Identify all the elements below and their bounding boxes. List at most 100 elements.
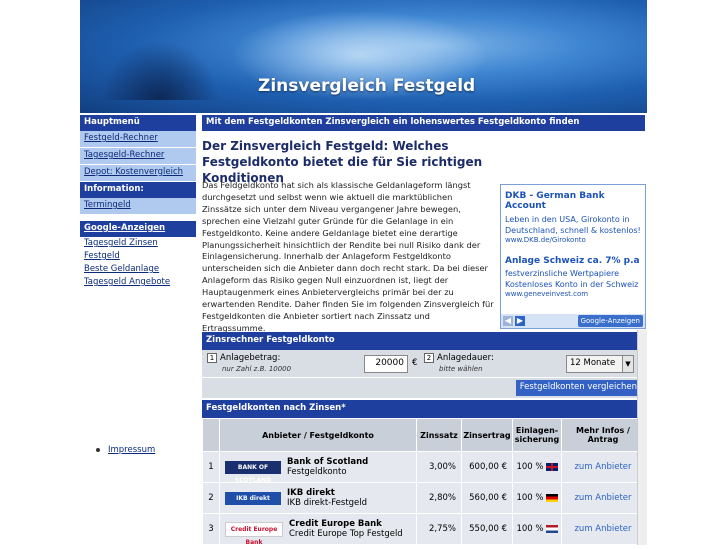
bank-name: IKB direkt bbox=[287, 488, 335, 498]
calculator-heading: Zinsrechner Festgeldkonto bbox=[202, 332, 645, 350]
ad1-url[interactable]: www.DKB.de/Girokonto bbox=[505, 236, 641, 244]
calculator-actions: Festgeldkonten vergleichen bbox=[202, 378, 645, 398]
bank-name: Bank of Scotland bbox=[287, 457, 369, 467]
sidebar-link[interactable]: Tagesgeld-Rechner bbox=[84, 150, 164, 160]
provider-link[interactable]: zum Anbieter bbox=[574, 524, 631, 534]
yield-cell: 560,00 € bbox=[462, 483, 512, 513]
results-table: Anbieter / Festgeldkonto Zinssatz Zinser… bbox=[202, 418, 645, 546]
provider-cell: BANK OF SCOTLAND Bank of Scotland Festgel… bbox=[220, 452, 416, 484]
ad-link-tagesgeld-zinsen[interactable]: Tagesgeld Zinsen bbox=[80, 237, 196, 250]
rank-cell: 2 bbox=[203, 483, 219, 513]
amount-input[interactable]: 20000 bbox=[364, 355, 408, 373]
provider-cell: IKB direkt IKB direkt IKB direkt-Festgeld bbox=[220, 483, 416, 513]
sidebar-item-depot[interactable]: Depot: Kostenvergleich bbox=[80, 165, 196, 182]
bullet-icon bbox=[96, 447, 100, 452]
sidebar: Hauptmenü Festgeld-Rechner Tagesgeld-Rec… bbox=[80, 115, 196, 289]
duration-select[interactable]: 12 Monate ▼ bbox=[566, 355, 634, 373]
link-cell: zum Anbieter bbox=[562, 483, 644, 513]
product-name: IKB direkt-Festgeld bbox=[287, 498, 368, 508]
currency-label: € bbox=[412, 358, 418, 368]
calculator-inputs: 1 Anlagebetrag: nur Zahl z.B. 10000 2000… bbox=[202, 350, 645, 377]
table-row: 3 Credit Europe Bank Credit Europe Bank C… bbox=[203, 514, 644, 546]
google-ads-badge[interactable]: Google-Anzeigen bbox=[577, 315, 643, 327]
link-cell: zum Anbieter bbox=[562, 514, 644, 544]
duration-hint: bitte wählen bbox=[439, 365, 483, 373]
imprint-link[interactable]: Impressum bbox=[108, 445, 155, 455]
duration-value: 12 Monate bbox=[570, 358, 616, 368]
provider-link[interactable]: zum Anbieter bbox=[574, 493, 631, 503]
product-name: Credit Europe Top Festgeld bbox=[289, 529, 403, 539]
sidebar-link[interactable]: Termingeld bbox=[84, 200, 131, 210]
guarantee-value: 100 % bbox=[516, 462, 544, 472]
bank-logo: Credit Europe Bank bbox=[225, 521, 283, 546]
column-header: Mehr Infos / Antrag bbox=[562, 419, 644, 451]
ad-link[interactable]: Beste Geldanlage bbox=[84, 264, 159, 274]
amount-hint: nur Zahl z.B. 10000 bbox=[222, 365, 292, 373]
guarantee-cell: 100 % bbox=[513, 514, 561, 544]
table-header-row: Anbieter / Festgeldkonto Zinssatz Zinser… bbox=[203, 419, 644, 451]
step-number: 1 bbox=[207, 353, 217, 363]
bank-logo: IKB direkt bbox=[225, 491, 281, 505]
yield-cell: 550,00 € bbox=[462, 514, 512, 544]
sidebar-link[interactable]: Depot: Kostenvergleich bbox=[84, 167, 183, 177]
chevron-down-icon[interactable]: ▼ bbox=[622, 356, 633, 372]
ad-link-tagesgeld-angebote[interactable]: Tagesgeld Angebote bbox=[80, 276, 196, 289]
google-ad-box: DKB - German Bank Account Leben in den U… bbox=[500, 184, 646, 329]
ad-link[interactable]: Tagesgeld Angebote bbox=[84, 277, 170, 287]
rate-cell: 3,00% bbox=[417, 452, 461, 482]
product-name: Festgeldkonto bbox=[287, 467, 347, 477]
bank-name: Credit Europe Bank bbox=[289, 519, 382, 529]
page-headline: Der Zinsvergleich Festgeld: Welches Fest… bbox=[202, 139, 483, 185]
uk-flag-icon bbox=[545, 462, 558, 471]
rate-cell: 2,80% bbox=[417, 483, 461, 513]
ad-prev-icon[interactable]: ◀ bbox=[503, 316, 513, 326]
rank-header bbox=[203, 419, 219, 451]
column-header: Zinsertrag bbox=[462, 419, 512, 451]
de-flag-icon bbox=[545, 493, 558, 502]
column-header: Anbieter / Festgeldkonto bbox=[220, 419, 416, 451]
provider-link[interactable]: zum Anbieter bbox=[574, 462, 631, 472]
sidebar-item-termingeld[interactable]: Termingeld bbox=[80, 198, 196, 215]
rank-cell: 1 bbox=[203, 452, 219, 482]
yield-cell: 600,00 € bbox=[462, 452, 512, 482]
table-row: 2 IKB direkt IKB direkt IKB direkt-Festge… bbox=[203, 483, 644, 513]
column-header: Zinssatz bbox=[417, 419, 461, 451]
provider-cell: Credit Europe Bank Credit Europe Bank Cre… bbox=[220, 514, 416, 546]
ad-next-icon[interactable]: ▶ bbox=[515, 316, 525, 326]
ad-link[interactable]: Festgeld bbox=[84, 251, 120, 261]
imprint-list-item: Impressum bbox=[96, 445, 155, 455]
amount-label: Anlagebetrag: bbox=[220, 353, 281, 363]
ad-link-festgeld[interactable]: Festgeld bbox=[80, 250, 196, 263]
duration-label: Anlagedauer: bbox=[437, 353, 494, 363]
results-heading: Festgeldkonten nach Zinsen* bbox=[202, 400, 645, 418]
ad2-title[interactable]: Anlage Schweiz ca. 7% p.a bbox=[505, 256, 641, 266]
link-cell: zum Anbieter bbox=[562, 452, 644, 482]
compare-button[interactable]: Festgeldkonten vergleichen bbox=[515, 380, 641, 396]
ad-link[interactable]: Tagesgeld Zinsen bbox=[84, 238, 158, 248]
sidebar-item-tagesgeld-rechner[interactable]: Tagesgeld-Rechner bbox=[80, 148, 196, 165]
guarantee-value: 100 % bbox=[516, 493, 544, 503]
sidebar-link[interactable]: Festgeld-Rechner bbox=[84, 133, 158, 143]
step-number: 2 bbox=[424, 353, 434, 363]
ad1-title[interactable]: DKB - German Bank Account bbox=[505, 191, 641, 211]
ad-nav-bar: ◀ ▶ Google-Anzeigen bbox=[501, 314, 645, 328]
sidebar-item-festgeld-rechner[interactable]: Festgeld-Rechner bbox=[80, 131, 196, 148]
google-ads-heading[interactable]: Google-Anzeigen bbox=[80, 221, 196, 237]
site-title: Zinsvergleich Festgeld bbox=[258, 76, 476, 96]
rank-cell: 3 bbox=[203, 514, 219, 544]
google-ads-link[interactable]: Google-Anzeigen bbox=[84, 223, 165, 233]
main-content: Mit dem Festgeldkonten Zinsvergleich ein… bbox=[202, 115, 646, 546]
intro-text: Das Feldgeldkonto hat sich als klassisch… bbox=[202, 180, 494, 333]
main-menu-heading: Hauptmenü bbox=[80, 115, 196, 131]
table-row: 1 BANK OF SCOTLAND Bank of Scotland Festg… bbox=[203, 452, 644, 484]
rate-cell: 2,75% bbox=[417, 514, 461, 544]
guarantee-value: 100 % bbox=[516, 524, 544, 534]
ad2-url[interactable]: www.geneveinvest.com bbox=[505, 290, 641, 298]
guarantee-cell: 100 % bbox=[513, 483, 561, 513]
page-subtitle: Mit dem Festgeldkonten Zinsvergleich ein… bbox=[202, 115, 645, 131]
scrollbar[interactable] bbox=[637, 330, 647, 545]
nl-flag-icon bbox=[545, 524, 558, 533]
ad-link-beste-geldanlage[interactable]: Beste Geldanlage bbox=[80, 263, 196, 276]
bank-logo: BANK OF SCOTLAND bbox=[225, 460, 281, 484]
calculator: Zinsrechner Festgeldkonto 1 Anlagebetrag… bbox=[202, 332, 645, 546]
